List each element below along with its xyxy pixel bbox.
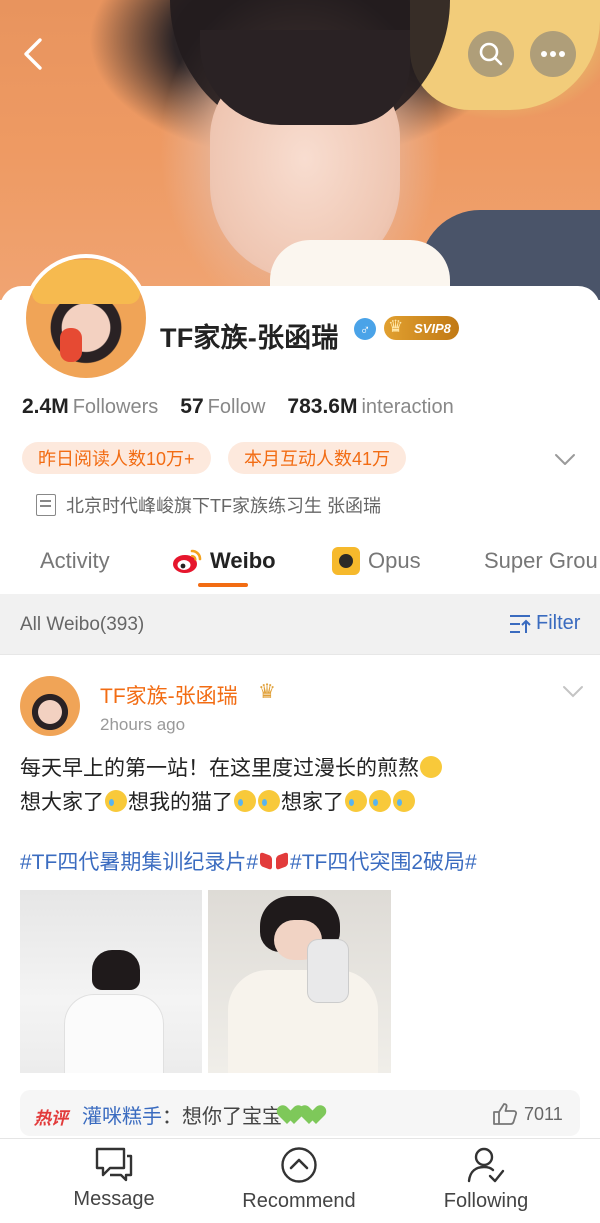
tear-smile-emoji-icon: [345, 790, 367, 812]
filter-button[interactable]: Filter: [508, 612, 580, 635]
comment-like-count: 7011: [524, 1103, 563, 1124]
more-dots-icon: [541, 51, 565, 57]
comment-separator: ：: [162, 1106, 182, 1128]
post-line-2: 想大家了 想我的猫了 想家了: [20, 786, 580, 820]
filter-label: Filter: [536, 612, 581, 634]
profile-tabs: Activity Weibo Opus Super Grou: [0, 540, 600, 592]
post-line-1: 每天早上的第一站！在这里度过漫长的煎熬: [20, 752, 580, 786]
hot-comment-text: 灌咪糕手：想你了宝宝: [82, 1100, 326, 1129]
recommend-icon: [281, 1147, 317, 1183]
profile-name: TF家族-张函瑞: [160, 323, 339, 353]
weibo-logo-icon: [173, 549, 202, 573]
nav-message[interactable]: Message: [34, 1146, 194, 1211]
post-line-1-text: 每天早上的第一站！在这里度过漫长的煎熬: [20, 757, 419, 780]
ribbon-emoji-icon: [260, 852, 288, 870]
interactions-tag[interactable]: 本月互动人数41万: [228, 442, 407, 474]
back-arrow-icon: [24, 38, 42, 70]
post-line-2-part-1: 想大家了: [20, 791, 104, 814]
tab-weibo[interactable]: Weibo: [172, 540, 276, 582]
tear-smile-emoji-icon: [234, 790, 256, 812]
photo-figure-hair: [92, 950, 140, 990]
follow-label: Follow: [207, 396, 266, 418]
male-icon: ♂: [354, 318, 376, 340]
post-body: 每天早上的第一站！在这里度过漫长的煎熬 想大家了 想我的猫了 想家了: [20, 752, 580, 820]
crown-icon: ♛: [258, 681, 276, 703]
document-icon: [36, 494, 56, 516]
avatar-hand: [60, 328, 82, 362]
avatar-hat: [32, 260, 140, 304]
chevron-down-icon: [563, 686, 583, 698]
followers-label: Followers: [72, 396, 159, 418]
hashtag-link[interactable]: #TF四代暑期集训纪录片#: [20, 846, 258, 876]
chevron-down-icon: [555, 454, 575, 465]
profile-bio: 北京时代峰峻旗下TF家族练习生 张函瑞: [36, 492, 381, 518]
message-icon: [95, 1147, 133, 1182]
tab-opus[interactable]: Opus: [332, 540, 421, 582]
search-button[interactable]: [468, 31, 514, 77]
post-line-2-part-2: 想我的猫了: [128, 791, 233, 814]
active-tab-indicator: [198, 583, 248, 587]
nav-message-label: Message: [73, 1188, 155, 1210]
tab-weibo-label: Weibo: [210, 548, 276, 573]
interaction-label: interaction: [361, 396, 454, 418]
nav-recommend-label: Recommend: [242, 1190, 356, 1212]
tab-super-group-label: Super Grou: [484, 548, 598, 573]
follow-count: 57: [180, 395, 204, 418]
hot-comment-badge: 热评: [34, 1109, 68, 1128]
search-icon: [479, 42, 503, 66]
nav-following[interactable]: Following: [406, 1146, 566, 1213]
photo-figure-body: [64, 994, 164, 1073]
followers-count: 2.4M: [22, 395, 69, 418]
photo-phone: [308, 940, 348, 1002]
tab-activity[interactable]: Activity: [40, 540, 110, 582]
following-icon: [467, 1147, 505, 1183]
bio-text: 北京时代峰峻旗下TF家族练习生 张函瑞: [66, 496, 381, 516]
interaction-count: 783.6M: [287, 395, 358, 418]
follow-stat[interactable]: 57 Follow: [180, 395, 265, 419]
all-weibo-count: All Weibo(393): [20, 614, 145, 635]
post-author-name[interactable]: TF家族-张函瑞: [100, 680, 238, 710]
melting-face-emoji-icon: [420, 756, 442, 778]
post-menu-button[interactable]: [562, 684, 584, 700]
tear-smile-emoji-icon: [258, 790, 280, 812]
more-button[interactable]: [530, 31, 576, 77]
post-image[interactable]: [208, 890, 391, 1073]
hashtag-link[interactable]: #TF四代突围2破局#: [290, 846, 477, 876]
post-time: 2hours ago: [100, 715, 186, 734]
green-heart-icon: [304, 1106, 326, 1126]
tab-activity-label: Activity: [40, 548, 110, 573]
comment-user[interactable]: 灌咪糕手: [82, 1106, 162, 1128]
post-line-2-part-3: 想家了: [281, 791, 344, 814]
svip-label: SVIP8: [414, 320, 451, 336]
comment-like-button[interactable]: 7011: [492, 1102, 563, 1126]
reads-tag[interactable]: 昨日阅读人数10万+: [22, 442, 211, 474]
filter-icon: [510, 614, 531, 633]
interaction-stat: 783.6M interaction: [287, 395, 453, 419]
profile-avatar[interactable]: [22, 254, 150, 382]
tab-super-group[interactable]: Super Grou: [484, 540, 598, 582]
tab-opus-label: Opus: [368, 548, 421, 573]
followers-stat[interactable]: 2.4M Followers: [22, 395, 158, 419]
tear-smile-emoji-icon: [369, 790, 391, 812]
profile-stats: 2.4M Followers 57 Follow 783.6M interaction: [22, 395, 454, 419]
expand-button[interactable]: [552, 446, 578, 472]
photo-figure-body: [228, 970, 378, 1073]
opus-icon: [332, 547, 360, 575]
svip-badge[interactable]: ♛ SVIP8: [384, 316, 459, 340]
tear-smile-emoji-icon: [393, 790, 415, 812]
post-hashtags: #TF四代暑期集训纪录片# #TF四代突围2破局#: [20, 846, 477, 876]
tear-smile-emoji-icon: [105, 790, 127, 812]
comment-content: 想你了宝宝: [182, 1106, 282, 1128]
post-author-avatar[interactable]: [20, 676, 80, 736]
crown-icon: ♛: [388, 317, 404, 336]
back-button[interactable]: [16, 34, 56, 74]
post-image[interactable]: [20, 890, 202, 1073]
nav-following-label: Following: [443, 1190, 529, 1212]
nav-recommend[interactable]: Recommend: [219, 1146, 379, 1213]
thumbs-up-icon: [493, 1103, 518, 1125]
